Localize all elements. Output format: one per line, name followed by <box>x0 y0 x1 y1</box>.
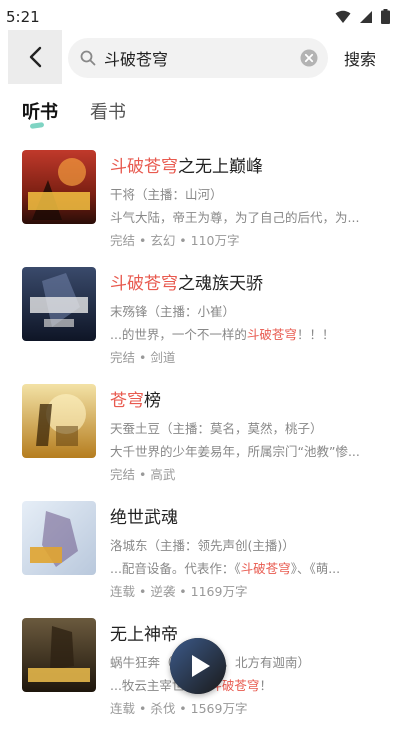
search-input[interactable] <box>104 38 294 78</box>
book-author: 干将（主播：山河） <box>110 187 223 202</box>
book-cover <box>22 501 96 575</box>
search-bar: 搜索 <box>0 30 400 84</box>
clear-icon[interactable] <box>300 49 318 67</box>
signal-icon <box>360 10 372 23</box>
tab-bar: 听书 看书 <box>0 92 400 132</box>
book-author: 末殇锋（主播：小崔） <box>110 304 236 319</box>
book-title: 斗破苍穹之魂族天骄 <box>110 274 263 294</box>
book-title: 苍穹榜 <box>110 391 161 411</box>
wifi-icon <box>335 10 351 23</box>
tab-read[interactable]: 看书 <box>90 98 126 124</box>
book-meta: 完结 • 高武 <box>110 467 176 482</box>
search-icon <box>80 50 96 66</box>
book-meta: 完结 • 玄幻 • 110万字 <box>110 233 240 248</box>
search-box[interactable] <box>68 38 328 78</box>
book-description: ...的世界，一个不一样的斗破苍穹！！！ <box>110 327 335 342</box>
book-meta: 连载 • 杀伐 • 1569万字 <box>110 701 248 716</box>
tab-listen[interactable]: 听书 <box>22 98 58 124</box>
book-cover <box>22 150 96 224</box>
book-meta: 完结 • 剑道 <box>110 350 176 365</box>
book-author: 洛城东（主播：领先声创(主播)） <box>110 538 295 553</box>
active-tab-indicator <box>29 122 45 129</box>
book-title: 无上神帝 <box>110 625 178 645</box>
battery-icon <box>381 9 390 24</box>
status-bar: 5:21 <box>0 0 400 34</box>
book-author: 天蚕土豆（主播：莫名，莫然，桃子） <box>110 421 323 436</box>
book-item[interactable]: 绝世武魂 洛城东（主播：领先声创(主播)） ...配音设备。代表作：《斗破苍穹》… <box>0 495 400 612</box>
book-item[interactable]: 斗破苍穹之无上巅峰 干将（主播：山河） 斗气大陆，帝王为尊，为了自己的后代，为.… <box>0 144 400 261</box>
status-time: 5:21 <box>6 8 40 26</box>
book-meta: 连载 • 逆袭 • 1169万字 <box>110 584 248 599</box>
book-item[interactable]: 苍穹榜 天蚕土豆（主播：莫名，莫然，桃子） 大千世界的少年姜易年，所属宗门“池教… <box>0 378 400 495</box>
search-button[interactable]: 搜索 <box>344 46 376 70</box>
book-cover <box>22 267 96 341</box>
status-icons <box>335 9 390 24</box>
floating-play-button[interactable] <box>170 638 226 694</box>
book-description: ...牧云主宰世界，斗破苍穹！ <box>110 678 272 693</box>
book-description: ...配音设备。代表作：《斗破苍穹》、《萌... <box>110 561 341 576</box>
book-description: 大千世界的少年姜易年，所属宗门“池教”惨... <box>110 444 360 459</box>
book-title: 绝世武魂 <box>110 508 178 528</box>
book-title: 斗破苍穹之无上巅峰 <box>110 157 263 177</box>
book-description: 斗气大陆，帝王为尊，为了自己的后代，为... <box>110 210 360 225</box>
book-cover <box>22 384 96 458</box>
book-cover <box>22 618 96 692</box>
back-button[interactable] <box>8 30 62 84</box>
back-arrow-icon <box>29 46 42 68</box>
book-item[interactable]: 斗破苍穹之魂族天骄 末殇锋（主播：小崔） ...的世界，一个不一样的斗破苍穹！！… <box>0 261 400 378</box>
play-icon <box>170 638 226 694</box>
